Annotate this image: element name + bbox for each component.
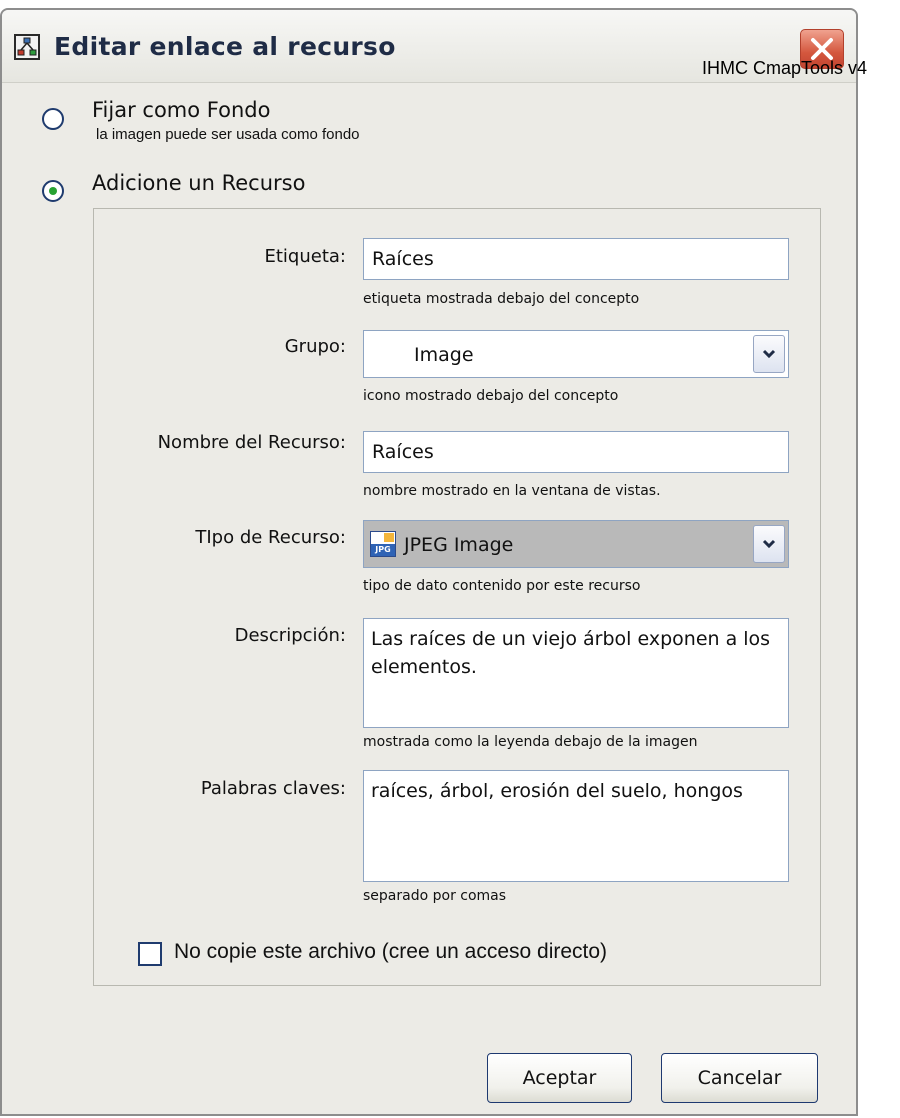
tipo-value: JPEG Image	[404, 534, 514, 556]
grupo-value: Image	[414, 344, 474, 366]
palabras-hint: separado por comas	[363, 888, 507, 904]
jpeg-icon-text: JPG	[371, 544, 395, 556]
resource-radio[interactable]	[42, 180, 64, 202]
no-copy-label[interactable]: No copie este archivo (cree un acceso di…	[174, 940, 607, 964]
background-option-label: Fijar como Fondo	[92, 98, 271, 122]
nombre-hint: nombre mostrado en la ventana de vistas.	[363, 483, 661, 499]
accept-button[interactable]: Aceptar	[487, 1053, 632, 1103]
tipo-dropdown-button[interactable]	[753, 525, 785, 563]
tipo-hint: tipo de dato contenido por este recurso	[363, 578, 641, 594]
etiqueta-label: Etiqueta:	[264, 246, 347, 267]
cancel-button[interactable]: Cancelar	[661, 1053, 818, 1103]
background-radio[interactable]	[42, 108, 64, 130]
descripcion-label: Descripción:	[234, 625, 346, 646]
edit-resource-dialog: Editar enlace al recurso Fijar como Fond…	[0, 8, 858, 1116]
tipo-label: TIpo de Recurso:	[195, 527, 346, 548]
nombre-label: Nombre del Recurso:	[157, 432, 346, 453]
etiqueta-field[interactable]: Raíces	[363, 238, 789, 280]
descripcion-hint: mostrada como la leyenda debajo de la im…	[363, 734, 698, 750]
app-version-label: IHMC CmapTools v4	[702, 58, 868, 78]
grupo-dropdown-button[interactable]	[753, 335, 785, 373]
palabras-label: Palabras claves:	[200, 778, 346, 799]
etiqueta-hint: etiqueta mostrada debajo del concepto	[363, 291, 640, 307]
chevron-down-icon	[762, 539, 776, 549]
descripcion-textarea[interactable]: Las raíces de un viejo árbol exponen a l…	[363, 618, 789, 728]
palabras-textarea[interactable]: raíces, árbol, erosión del suelo, hongos	[363, 770, 789, 882]
jpeg-file-icon: JPG	[370, 531, 396, 557]
background-option-hint: la imagen puede ser usada como fondo	[96, 126, 360, 143]
cmap-app-icon	[14, 34, 40, 60]
nombre-field[interactable]: Raíces	[363, 431, 789, 473]
window-title: Editar enlace al recurso	[54, 32, 396, 61]
grupo-label: Grupo:	[284, 336, 346, 357]
grupo-select[interactable]: Image	[363, 330, 789, 378]
resource-option-label: Adicione un Recurso	[92, 171, 306, 195]
grupo-hint: icono mostrado debajo del concepto	[363, 388, 619, 404]
chevron-down-icon	[762, 349, 776, 359]
no-copy-checkbox[interactable]	[138, 942, 162, 966]
tipo-select[interactable]: JPG JPEG Image	[363, 520, 789, 568]
radio-selected-dot	[49, 187, 57, 195]
